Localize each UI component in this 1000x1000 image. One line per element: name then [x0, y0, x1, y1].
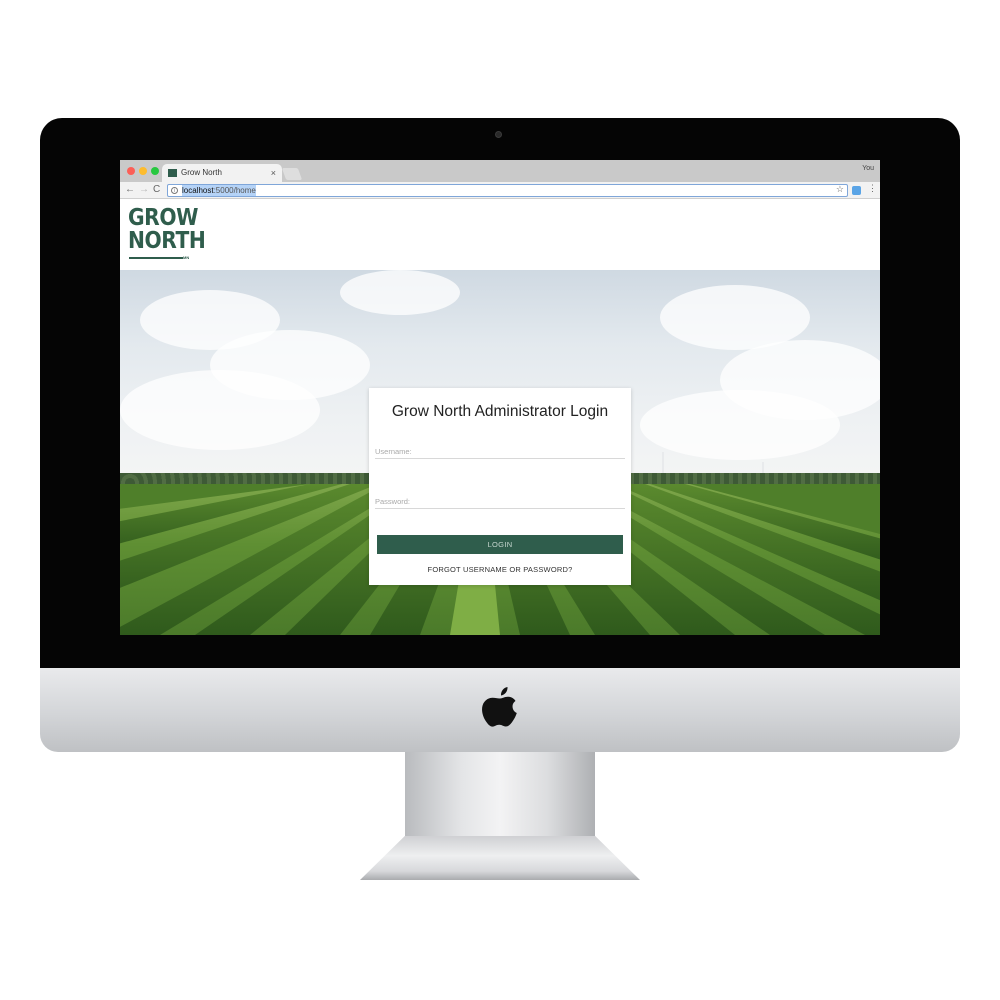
browser-tab[interactable]: Grow North × [162, 164, 282, 182]
password-input[interactable] [375, 497, 625, 509]
logo-line-north: NORTH [128, 228, 206, 254]
apple-logo-icon [482, 687, 517, 727]
window-close-button[interactable] [127, 167, 135, 175]
forward-button[interactable]: → [139, 183, 149, 197]
page-header: GROW NORTH MN [120, 200, 880, 270]
window-zoom-button[interactable] [151, 167, 159, 175]
profile-label[interactable]: You [862, 165, 874, 172]
new-tab-button[interactable] [281, 168, 303, 180]
browser-toolbar: ← → C i localhost:5000/home ☆ ⋮ [120, 182, 880, 199]
grow-north-logo[interactable]: GROW NORTH MN [128, 205, 206, 261]
login-title: Grow North Administrator Login [391, 403, 609, 420]
url-host: localhost [182, 186, 214, 195]
login-card: Grow North Administrator Login Username:… [369, 388, 631, 585]
screen: Grow North × You ← → C i localhost:5000/… [120, 160, 880, 635]
info-icon[interactable]: i [171, 187, 178, 194]
tab-title: Grow North [181, 168, 222, 177]
back-button[interactable]: ← [125, 183, 135, 197]
camera-icon [495, 131, 502, 138]
forgot-credentials-link[interactable]: FORGOT USERNAME OR PASSWORD? [369, 565, 631, 574]
url-path: :5000/home [213, 186, 256, 195]
username-input[interactable] [375, 447, 625, 459]
hero-background: Grow North Administrator Login Username:… [120, 270, 880, 635]
star-icon[interactable]: ☆ [836, 184, 844, 195]
extension-icon[interactable] [852, 186, 861, 195]
imac-stand-neck [405, 752, 595, 837]
reload-button[interactable]: C [153, 183, 160, 197]
logo-sub: MN [183, 255, 190, 260]
browser-tab-strip: Grow North × You [120, 160, 880, 182]
favicon-icon [168, 169, 177, 177]
close-icon[interactable]: × [271, 164, 276, 182]
window-minimize-button[interactable] [139, 167, 147, 175]
address-bar[interactable]: i localhost:5000/home ☆ [167, 184, 848, 197]
logo-rule [129, 257, 183, 259]
logo-line-grow: GROW [128, 205, 198, 231]
login-button[interactable]: LOGIN [377, 535, 623, 554]
url-text[interactable]: localhost:5000/home [182, 185, 256, 196]
menu-icon[interactable]: ⋮ [868, 183, 877, 194]
imac-stand-base [360, 836, 640, 880]
